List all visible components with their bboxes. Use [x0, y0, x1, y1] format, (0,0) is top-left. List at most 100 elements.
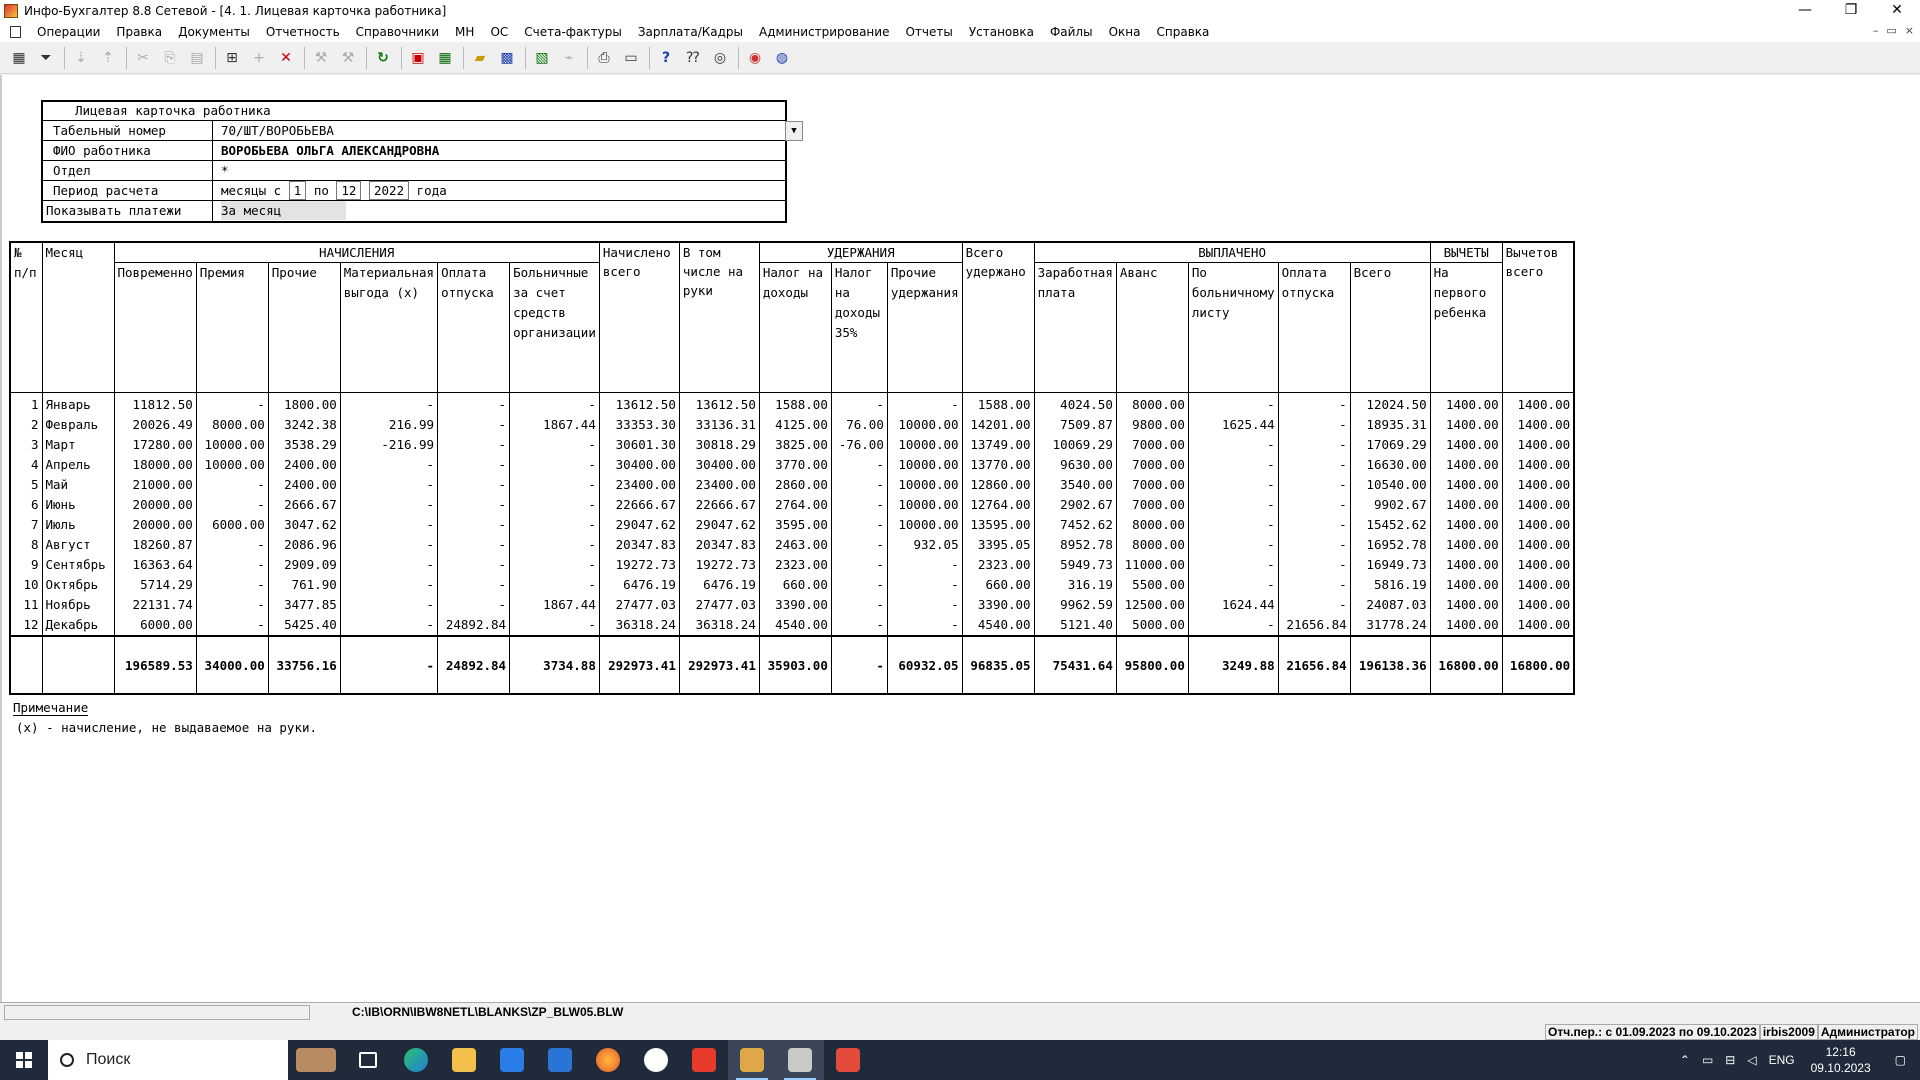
- tray-clock[interactable]: 12:16 09.10.2023: [1801, 1044, 1881, 1076]
- maximize-button[interactable]: ❐: [1828, 0, 1874, 22]
- tab-number-field[interactable]: 70/ШТ/ВОРОБЬЕВА ▼: [213, 121, 803, 141]
- taskbar-app-mail[interactable]: [536, 1040, 584, 1080]
- menu-documents[interactable]: Документы: [170, 25, 258, 39]
- table-icon[interactable]: ▦: [434, 47, 456, 69]
- row-number: 8: [9, 535, 43, 555]
- tray-chevron-icon[interactable]: ⌃: [1674, 1053, 1696, 1067]
- menu-reports[interactable]: Отчеты: [897, 25, 960, 39]
- pdf-icon[interactable]: ▣: [407, 47, 429, 69]
- notifications-icon[interactable]: ▢: [1881, 1053, 1920, 1067]
- taskbar-app-firefox[interactable]: [584, 1040, 632, 1080]
- cut-icon[interactable]: ✂: [132, 47, 154, 69]
- page-icon[interactable]: ▭: [620, 47, 642, 69]
- taskbar-app-edge[interactable]: [392, 1040, 440, 1080]
- table-cell: 16952.78: [1349, 535, 1431, 555]
- tray-volume-icon[interactable]: ◁: [1741, 1053, 1762, 1067]
- menu-setup[interactable]: Установка: [961, 25, 1042, 39]
- show-payments-field[interactable]: За месяц: [213, 201, 785, 221]
- open-folder-icon[interactable]: ▰: [469, 47, 491, 69]
- context-help-icon[interactable]: ⁇: [682, 47, 704, 69]
- compass-icon[interactable]: ◎: [709, 47, 731, 69]
- menu-windows[interactable]: Окна: [1101, 25, 1149, 39]
- mdi-close-button[interactable]: ×: [1905, 24, 1914, 37]
- col-header-sick-leave-paid: По больничному листу: [1187, 262, 1279, 393]
- help-icon[interactable]: ?: [655, 47, 677, 69]
- refresh-icon[interactable]: ↻: [372, 47, 394, 69]
- tray-network-icon[interactable]: ⊟: [1719, 1053, 1741, 1067]
- salary-table: № п/п Месяц НАЧИСЛЕНИЯ Начислено всего В…: [9, 241, 1576, 695]
- copy-icon[interactable]: ⎘: [159, 47, 181, 69]
- tray-language[interactable]: ENG: [1763, 1053, 1801, 1067]
- menu-salary[interactable]: Зарплата/Кадры: [630, 25, 751, 39]
- menu-edit[interactable]: Правка: [108, 25, 170, 39]
- excel-icon[interactable]: ▧: [531, 47, 553, 69]
- menu-operations[interactable]: Операции: [29, 25, 108, 39]
- delete-icon[interactable]: ✕: [275, 47, 297, 69]
- taskbar-app-store[interactable]: [488, 1040, 536, 1080]
- total-cell: 21656.84: [1277, 635, 1351, 694]
- total-cell: 16800.00: [1501, 635, 1575, 694]
- year-input[interactable]: 2022: [369, 181, 410, 200]
- taskbar-app-printer[interactable]: [776, 1040, 824, 1080]
- taskbar-app-explorer[interactable]: [440, 1040, 488, 1080]
- broom-icon[interactable]: ⌁: [558, 47, 580, 69]
- close-button[interactable]: ✕: [1874, 0, 1920, 22]
- table-cell: 27477.03: [678, 595, 760, 615]
- table-cell: 2764.00: [758, 495, 832, 515]
- sort-desc-icon[interactable]: ⇡: [97, 47, 119, 69]
- calc-icon[interactable]: ⊞: [221, 47, 243, 69]
- table-cell: 19272.73: [598, 555, 680, 575]
- menu-admin[interactable]: Администрирование: [751, 25, 897, 39]
- toolbar-separator: [366, 46, 367, 69]
- infobuh-icon: [740, 1048, 764, 1072]
- tray-display-icon[interactable]: ▭: [1696, 1053, 1719, 1067]
- taskbar-app-yandex[interactable]: [680, 1040, 728, 1080]
- table-cell: -: [509, 515, 600, 535]
- mdi-minimize-button[interactable]: –: [1873, 24, 1879, 37]
- minimize-button[interactable]: —: [1782, 0, 1828, 22]
- add-icon[interactable]: +: [248, 47, 270, 69]
- filter-icon[interactable]: ⏷: [35, 47, 57, 69]
- mdi-restore-button[interactable]: ▭: [1886, 24, 1896, 37]
- task-view-button[interactable]: [344, 1040, 392, 1080]
- note-title: Примечание: [13, 700, 89, 716]
- preview-icon[interactable]: ▦: [8, 47, 30, 69]
- tab-number-value: 70/ШТ/ВОРОБЬЕВА: [221, 123, 334, 138]
- dept-label: Отдел: [43, 161, 213, 180]
- document-icon[interactable]: [10, 26, 21, 38]
- period-to-input[interactable]: 12: [336, 181, 362, 200]
- menu-reporting[interactable]: Отчетность: [258, 25, 348, 39]
- sort-asc-icon[interactable]: ⇣: [70, 47, 92, 69]
- taskbar-app-anydesk[interactable]: [824, 1040, 872, 1080]
- table-cell: 6000.00: [195, 515, 269, 535]
- col-header-to-hand: В том числе на руки: [678, 242, 760, 393]
- print-icon[interactable]: ⎙: [593, 47, 615, 69]
- menu-help[interactable]: Справка: [1149, 25, 1218, 39]
- taskbar-search[interactable]: Поиск: [48, 1040, 288, 1080]
- period-from-input[interactable]: 1: [288, 181, 307, 200]
- globe-icon[interactable]: ◍: [771, 47, 793, 69]
- tool1-icon[interactable]: ⚒: [310, 47, 332, 69]
- table-cell: -: [437, 475, 511, 495]
- paste-icon[interactable]: ▤: [186, 47, 208, 69]
- menu-invoices[interactable]: Счета-фактуры: [516, 25, 630, 39]
- menu-mn[interactable]: МН: [447, 25, 482, 39]
- table-cell: -: [509, 535, 600, 555]
- taskbar-app-yandex-browser[interactable]: [632, 1040, 680, 1080]
- start-button[interactable]: [0, 1040, 48, 1080]
- table-cell: 1400.00: [1501, 475, 1575, 495]
- show-payments-label: Показывать платежи: [43, 201, 213, 221]
- table-cell: -: [509, 555, 600, 575]
- form-row-dept: Отдел *: [43, 161, 785, 181]
- taskbar-app-image[interactable]: [288, 1040, 344, 1080]
- tool2-icon[interactable]: ⚒: [337, 47, 359, 69]
- table-cell: 2323.00: [758, 555, 832, 575]
- tab-number-dropdown-button[interactable]: ▼: [785, 121, 803, 141]
- menu-files[interactable]: Файлы: [1042, 25, 1101, 39]
- save-icon[interactable]: ▩: [496, 47, 518, 69]
- dept-field[interactable]: *: [213, 161, 785, 180]
- menu-os[interactable]: ОС: [482, 25, 516, 39]
- web-icon[interactable]: ◉: [744, 47, 766, 69]
- menu-references[interactable]: Справочники: [348, 25, 447, 39]
- taskbar-app-infobuh[interactable]: [728, 1040, 776, 1080]
